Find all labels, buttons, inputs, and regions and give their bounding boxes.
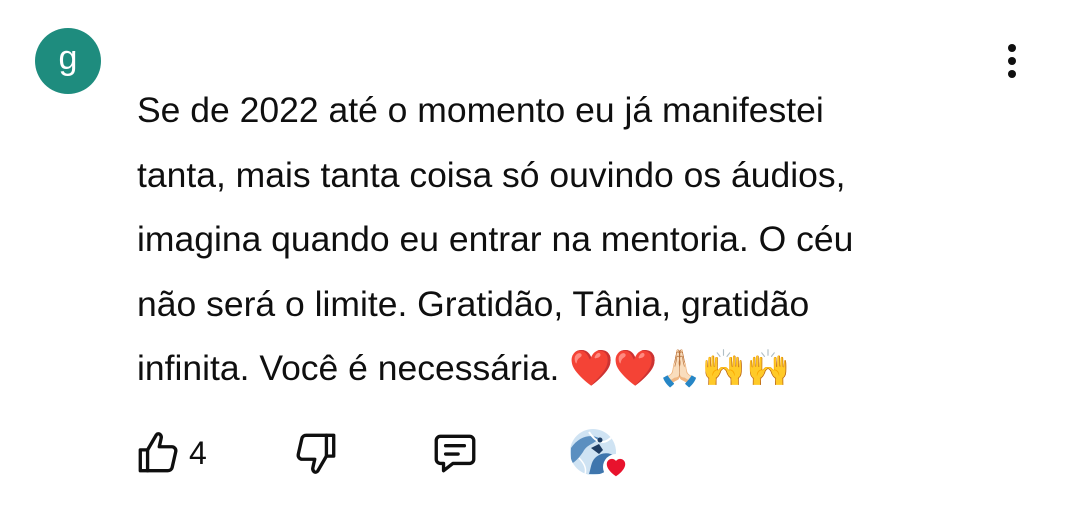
like-count: 4: [189, 434, 207, 471]
comment-text: Se de 2022 até o momento eu já manifeste…: [137, 78, 957, 401]
comment-line: infinita. Você é necessária. ❤️❤️🙏🏻🙌🙌: [137, 348, 791, 388]
like-button[interactable]: 4: [133, 428, 207, 478]
avatar[interactable]: g: [35, 28, 101, 94]
creator-heart-badge[interactable]: [569, 428, 629, 480]
thumbs-up-icon: [138, 432, 178, 473]
comment-line: não será o limite. Gratidão, Tânia, grat…: [137, 283, 810, 324]
reply-button[interactable]: [430, 428, 480, 478]
more-vertical-icon-dot: [1008, 70, 1016, 78]
more-vertical-icon: [1008, 44, 1016, 52]
comment-actions: 4: [133, 428, 653, 484]
avatar-initial: g: [58, 39, 78, 77]
thumbs-down-icon: [296, 433, 336, 474]
comment-line: Se de 2022 até o momento eu já manifeste…: [137, 90, 824, 130]
comment-line: tanta, mais tanta coisa só ouvindo os áu…: [137, 154, 846, 195]
comment-icon: [434, 434, 476, 473]
dislike-button[interactable]: [291, 428, 341, 478]
comment-line: imagina quando eu entrar na mentoria. O …: [137, 219, 854, 259]
more-options-button[interactable]: [992, 38, 1032, 84]
more-vertical-icon-dot: [1008, 57, 1016, 65]
creator-heart-icon: [603, 454, 629, 480]
